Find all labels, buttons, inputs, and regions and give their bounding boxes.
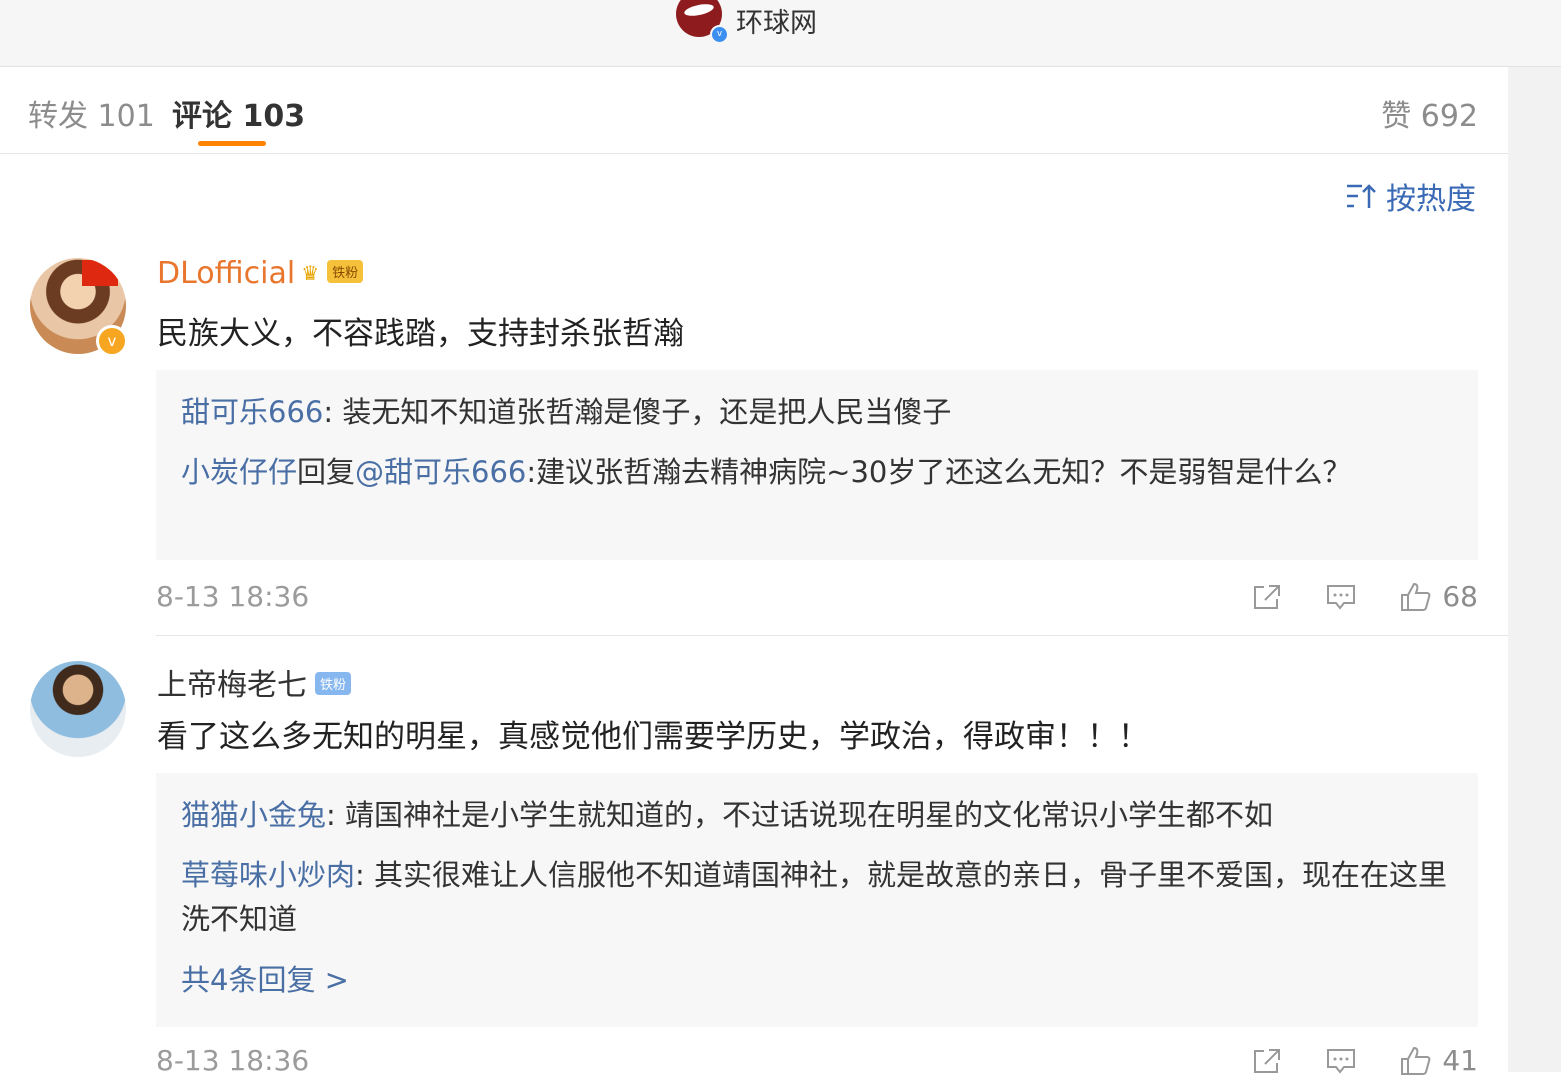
like-button[interactable]: 68 <box>1400 580 1478 613</box>
comment-divider <box>156 635 1508 636</box>
tab-repost[interactable]: 转发 101 <box>28 91 155 135</box>
reply-text: :建议张哲瀚去精神病院~30岁了还这么无知？不是弱智是什么？ <box>526 455 1352 489</box>
reply-text: : 其实很难让人信服他不知道靖国神社，就是故意的亲日，骨子里不爱国，现在在这里洗… <box>181 858 1448 936</box>
comment-time: 8-13 18:36 <box>156 580 310 613</box>
crown-icon: ♛ <box>301 260 320 285</box>
like-icon <box>1401 1046 1431 1075</box>
reply-item: 小炭仔仔回复@甜可乐666:建议张哲瀚去精神病院~30岁了还这么无知？不是弱智是… <box>181 450 1453 494</box>
tab-likes[interactable]: 赞 692 <box>1381 91 1478 135</box>
like-button[interactable]: 41 <box>1400 1044 1478 1077</box>
reply-item: 草莓味小炒肉: 其实很难让人信服他不知道靖国神社，就是故意的亲日，骨子里不爱国，… <box>181 853 1453 941</box>
reply-text: : 靖国神社是小学生就知道的，不过话说现在明星的文化常识小学生都不如 <box>326 798 1274 832</box>
reply-to-label: 回复 <box>297 455 356 489</box>
reply-username[interactable]: 草莓味小炒肉 <box>181 858 355 892</box>
more-replies-link[interactable]: 共4条回复 > <box>181 957 1453 999</box>
fan-badge: 铁粉 <box>327 260 364 283</box>
scrollbar-track[interactable] <box>1508 67 1561 1072</box>
active-tab-indicator <box>198 141 266 146</box>
comment-time: 8-13 18:36 <box>156 1044 310 1077</box>
tab-bar: 转发 101 评论 103 赞 692 <box>0 67 1508 154</box>
sort-button[interactable]: 按热度 <box>1346 174 1476 218</box>
sort-icon <box>1347 184 1376 208</box>
tab-comment[interactable]: 评论 103 <box>172 91 1561 135</box>
reply-box: 猫猫小金兔: 靖国神社是小学生就知道的，不过话说现在明星的文化常识小学生都不如 … <box>156 773 1478 1027</box>
comment-actions: 68 <box>1208 580 1478 613</box>
account-header[interactable]: 环球网 <box>676 0 817 40</box>
username[interactable]: 上帝梅老七 <box>157 668 307 703</box>
like-count: 68 <box>1442 580 1478 613</box>
reply-icon[interactable] <box>1326 1047 1356 1075</box>
like-count: 41 <box>1442 1044 1478 1077</box>
username[interactable]: DLofficial <box>157 256 295 291</box>
reply-username[interactable]: 甜可乐666 <box>181 395 323 429</box>
reply-item: 甜可乐666: 装无知不知道张哲瀚是傻子，还是把人民当傻子 <box>181 390 1453 434</box>
avatar[interactable] <box>30 661 126 757</box>
verified-icon: v <box>710 25 729 44</box>
like-icon <box>1401 582 1431 611</box>
account-name[interactable]: 环球网 <box>736 1 817 40</box>
reply-icon[interactable] <box>1326 583 1356 611</box>
share-icon[interactable] <box>1252 1047 1282 1075</box>
sort-label: 按热度 <box>1386 182 1476 217</box>
reply-item: 猫猫小金兔: 靖国神社是小学生就知道的，不过话说现在明星的文化常识小学生都不如 <box>181 793 1453 837</box>
reply-username[interactable]: 小炭仔仔 <box>181 455 297 489</box>
comment-actions: 41 <box>1208 1044 1478 1077</box>
comment-meta: 8-13 18:36 41 <box>156 1044 1478 1084</box>
top-header: 环球网 v <box>0 0 1561 67</box>
reply-username[interactable]: 猫猫小金兔 <box>181 798 326 832</box>
reply-mention[interactable]: @甜可乐666 <box>355 455 526 489</box>
verified-badge-icon: v <box>96 325 128 357</box>
reply-text: : 装无知不知道张哲瀚是傻子，还是把人民当傻子 <box>323 395 952 429</box>
fan-badge: 铁粉 <box>315 672 352 695</box>
comment-text: 看了这么多无知的明星，真感觉他们需要学历史，学政治，得政审！！！ <box>157 719 1149 755</box>
comment-meta: 8-13 18:36 68 <box>156 580 1478 620</box>
comment-text: 民族大义，不容践踏，支持封杀张哲瀚 <box>157 316 684 352</box>
share-icon[interactable] <box>1252 583 1282 611</box>
reply-box: 甜可乐666: 装无知不知道张哲瀚是傻子，还是把人民当傻子 小炭仔仔回复@甜可乐… <box>156 370 1478 560</box>
